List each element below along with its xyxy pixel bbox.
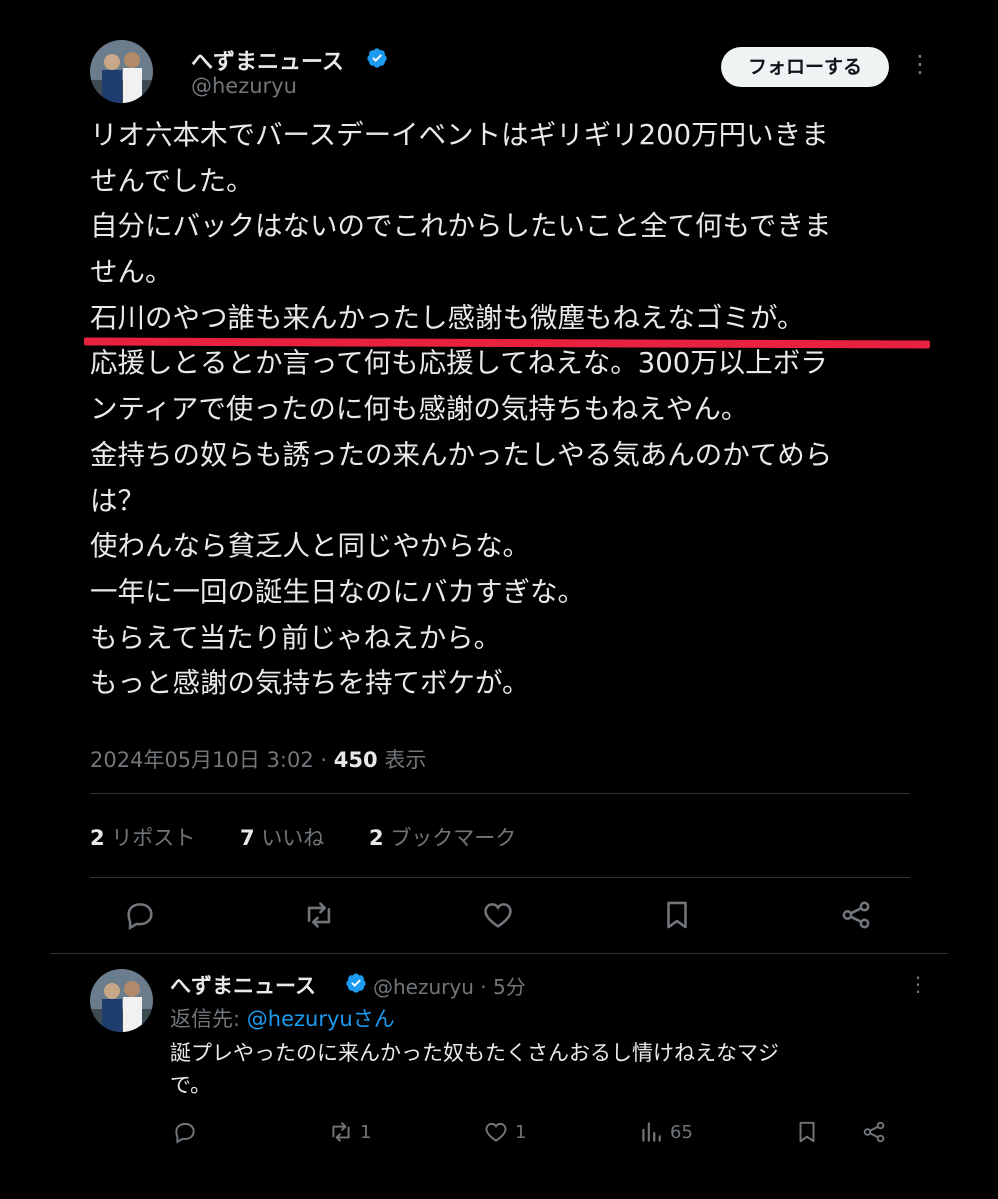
tweet-line: 自分にバックはないのでこれからしたいこと全て何もできま [90,210,832,243]
tweet-line: 一年に一回の誕生日なのにバカすぎな。 [90,575,585,608]
follow-button[interactable]: フォローする [721,47,889,87]
reply-like-button[interactable]: 1 [483,1118,526,1146]
likes-count: 7 [240,826,255,850]
meta-separator: · [320,748,328,772]
reply-bookmark-button[interactable] [794,1118,820,1146]
reposts-count: 2 [90,826,105,850]
share-button[interactable] [839,898,873,932]
reply-to-line: 返信先: @hezuryuさん [170,1003,395,1033]
reposts-stat[interactable]: 2 リポスト [90,822,195,852]
like-icon [484,903,512,928]
views-chart-icon [642,1122,661,1142]
reply-time[interactable]: · 5分 [480,975,525,999]
repost-button[interactable] [302,898,336,932]
reply-share-button[interactable] [861,1118,887,1146]
share-icon [863,1121,885,1143]
reply-views-button[interactable]: 65 [638,1118,693,1146]
tweet-stats: 2 リポスト 7 いいね 2 ブックマーク [90,822,554,852]
reply-repost-button[interactable]: 1 [328,1118,371,1146]
like-icon [485,1122,507,1142]
bookmark-icon [667,901,687,929]
bookmarks-count: 2 [369,826,384,850]
views-count: 450 [333,748,378,772]
reply-to-label: 返信先: [170,1007,241,1031]
avatar-photo [90,40,153,103]
tweet-line: 金持ちの奴らも誘ったの来んかったしやる気あんのかてめら [90,438,833,471]
reply-author-handle[interactable]: @hezuryu [373,975,474,999]
reply-line: で。 [170,1073,212,1097]
verified-badge-icon [346,973,366,993]
share-icon [842,901,870,929]
reply-body: 誕プレやったのに来んかった奴もたくさんおるし情けねえなマジ で。 [170,1037,900,1101]
divider [90,877,910,878]
repost-icon [307,902,331,928]
reply-views-count: 65 [670,1121,693,1143]
reposts-label: リポスト [111,826,196,850]
avatar[interactable] [90,40,153,103]
tweet-line: 使わんなら貧乏人と同じやからな。 [90,530,530,563]
reply-repost-count: 1 [360,1121,372,1143]
views-label: 表示 [384,748,427,772]
bookmark-icon [799,1121,815,1143]
like-button[interactable] [481,898,515,932]
reply-handle-time: @hezuryu · 5分 [373,971,526,1000]
verified-badge-icon [367,48,387,68]
likes-label: いいね [261,826,325,850]
tweet-line: リオ六本木でバースデーイベントはギリギリ200万円いきま [90,119,829,151]
divider [90,793,910,794]
reply-author-name[interactable]: へずまニュース [170,970,316,1000]
tweet-line: ンティアで使ったのに何も感謝の気持ちもねえやん。 [90,393,749,426]
timestamp[interactable]: 2024年05月10日 3:02 [90,748,314,772]
tweet-body: リオ六本木でバースデーイベントはギリギリ200万円いきま せんでした。 自分にバ… [90,113,910,707]
tweet-meta: 2024年05月10日 3:02 · 450 表示 [90,744,426,774]
reply-button[interactable] [123,898,157,932]
repost-icon [332,1122,350,1142]
avatar-photo [90,969,153,1032]
bookmark-button[interactable] [660,898,694,932]
tweet-line: せんでした。 [90,164,254,197]
bookmarks-stat[interactable]: 2 ブックマーク [369,822,516,852]
tweet-line: 石川のやつ誰も来んかったし感謝も微塵もねえなゴミが。 [90,301,805,334]
reply-more-options-icon[interactable]: ⋮ [908,974,928,994]
author-name[interactable]: へずまニュース [191,44,344,76]
author-handle[interactable]: @hezuryu [191,74,297,98]
bookmarks-label: ブックマーク [390,826,517,850]
reply-icon [127,903,153,930]
reply-to-handle-link[interactable]: @hezuryuさん [247,1007,395,1031]
tweet-line: 応援しとるとか言って何も応援してねえな。300万以上ボラ [90,347,828,380]
reply-icon [175,1122,195,1144]
more-options-icon[interactable]: ⋮ [908,52,932,76]
reply-line: 誕プレやったのに来んかった奴もたくさんおるし情けねえなマジ [170,1041,779,1065]
divider [50,953,948,954]
tweet-line: せん。 [90,256,173,289]
reply-reply-button[interactable] [172,1118,198,1146]
tweet-line: もっと感謝の気持ちを持てボケが。 [90,667,530,700]
tweet-line: もらえて当たり前じゃねえから。 [90,621,502,654]
reply-avatar[interactable] [90,969,153,1032]
tweet-line: は？ [90,484,145,517]
reply-like-count: 1 [515,1121,527,1143]
likes-stat[interactable]: 7 いいね [240,822,324,852]
